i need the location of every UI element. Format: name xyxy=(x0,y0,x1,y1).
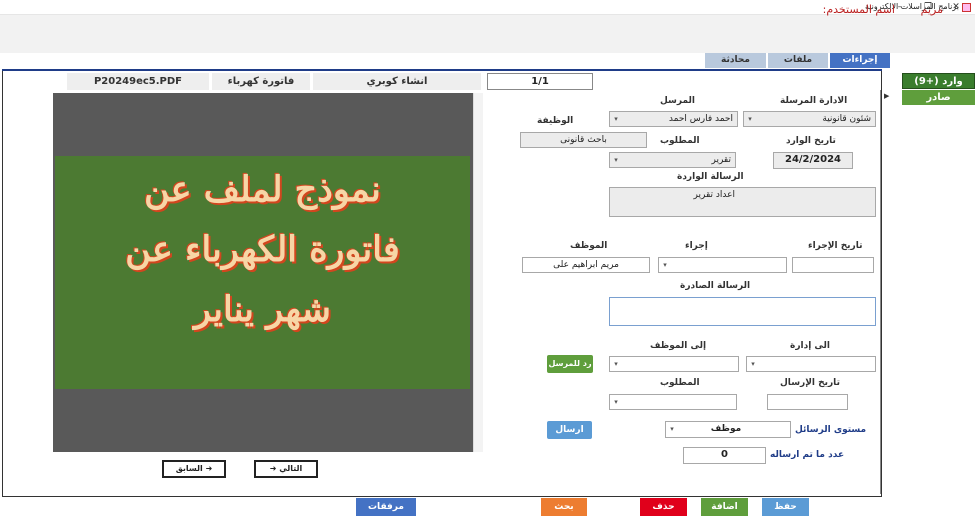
sender-dept-label: الادارة المرسلة xyxy=(780,96,848,106)
add-button[interactable]: اضافة xyxy=(701,498,748,516)
file-name: P20249ec5.PDF xyxy=(67,73,209,90)
delete-button[interactable]: حذف xyxy=(640,498,687,516)
file-title: فاتورة كهرباء xyxy=(212,73,310,90)
tab-chat[interactable]: محادثة xyxy=(705,53,766,68)
required-label: المطلوب xyxy=(660,136,700,146)
chevron-down-icon: ▾ xyxy=(748,115,752,123)
job-label: الوظيفة xyxy=(537,116,574,126)
to-employee-label: إلى الموظف xyxy=(650,341,707,351)
incoming-msg-field[interactable]: اعداد تقرير xyxy=(609,187,876,217)
arrow-right-icon[interactable]: ▶ xyxy=(884,92,889,100)
inbox-button[interactable]: وارد (+9) xyxy=(902,73,975,89)
sender-value: احمد فارس احمد xyxy=(668,114,733,124)
chevron-down-icon: ▾ xyxy=(614,156,618,164)
chevron-down-icon: ▾ xyxy=(614,360,618,368)
chevron-down-icon: ▾ xyxy=(663,261,667,269)
outgoing-msg-field[interactable] xyxy=(609,297,876,326)
sender-dept-select[interactable]: شئون قانونية ▾ xyxy=(743,111,876,127)
prev-button[interactable]: السابق ➜ xyxy=(162,460,226,478)
sender-dept-value: شئون قانونية xyxy=(822,114,871,124)
employee-label: الموظف xyxy=(570,241,608,251)
required-value: تقرير xyxy=(711,155,732,165)
search-button[interactable]: بحث xyxy=(541,498,587,516)
level-select[interactable]: موظف ▾ xyxy=(665,421,791,438)
chevron-down-icon: ▾ xyxy=(614,115,618,123)
send-date-field[interactable] xyxy=(767,394,848,410)
incoming-date-field[interactable]: 24/2/2024 xyxy=(773,152,853,169)
job-field: باحث قانونى xyxy=(520,132,647,148)
close-button[interactable]: ✕ xyxy=(948,1,964,13)
outbox-button[interactable]: صادر xyxy=(902,90,975,105)
user-label: اسم المستخدم: xyxy=(822,3,895,16)
to-dept-label: الى إدارة xyxy=(790,341,830,351)
header-bar xyxy=(0,15,975,37)
chevron-down-icon: ▾ xyxy=(751,360,755,368)
required2-label: المطلوب xyxy=(660,378,700,388)
incoming-date-label: تاريخ الوارد xyxy=(786,136,836,146)
required-select[interactable]: تقرير ▾ xyxy=(609,152,736,168)
reply-to-sender-button[interactable]: رد للمرسل xyxy=(547,355,593,373)
chevron-down-icon: ▾ xyxy=(670,425,674,433)
send-button[interactable]: ارسال xyxy=(547,421,592,439)
sender-select[interactable]: احمد فارس احمد ▾ xyxy=(609,111,738,127)
user-name: مريم xyxy=(920,3,943,16)
to-dept-select[interactable]: ▾ xyxy=(746,356,876,372)
save-button[interactable]: حفظ xyxy=(762,498,809,516)
document-line-2: فاتورة الكهرباء عن xyxy=(125,229,400,270)
level-value: موظف xyxy=(710,424,742,434)
required2-select[interactable]: ▾ xyxy=(609,394,737,410)
project-name: انشاء كوبري xyxy=(313,73,481,90)
chevron-down-icon: ▾ xyxy=(614,398,618,406)
action-date-label: تاريخ الإجراء xyxy=(808,241,863,251)
viewer-scrollbar[interactable] xyxy=(473,93,483,452)
next-button[interactable]: ➜ التالي xyxy=(254,460,318,478)
employee-field[interactable]: مريم ابراهيم على xyxy=(522,257,650,273)
incoming-msg-label: الرسالة الواردة xyxy=(677,172,744,182)
document-line-1: نموذج لملف عن xyxy=(144,169,381,210)
form-scrollbar[interactable] xyxy=(880,90,888,494)
attachments-button[interactable]: مرفقات xyxy=(356,498,416,516)
to-employee-select[interactable]: ▾ xyxy=(609,356,739,372)
document-line-3: شهر يناير xyxy=(194,289,331,330)
action-select[interactable]: ▾ xyxy=(658,257,787,273)
header-strip xyxy=(0,37,975,53)
sent-count-field: 0 xyxy=(683,447,766,464)
send-date-label: تاريخ الإرسال xyxy=(780,378,840,388)
document-text: نموذج لملف عن فاتورة الكهرباء عن شهر ينا… xyxy=(55,160,470,385)
sender-label: المرسل xyxy=(660,96,695,106)
tab-actions[interactable]: إجراءات xyxy=(830,53,890,68)
action-label: إجراء xyxy=(685,241,708,251)
frame-top-line xyxy=(2,69,882,71)
outgoing-msg-label: الرسالة الصادرة xyxy=(680,281,751,291)
tab-files[interactable]: ملفات xyxy=(768,53,828,68)
sent-count-label: عدد ما تم ارساله xyxy=(770,450,845,460)
action-date-field[interactable] xyxy=(792,257,874,273)
level-label: مستوى الرسائل xyxy=(795,425,867,435)
pager: 1/1 xyxy=(487,73,593,90)
